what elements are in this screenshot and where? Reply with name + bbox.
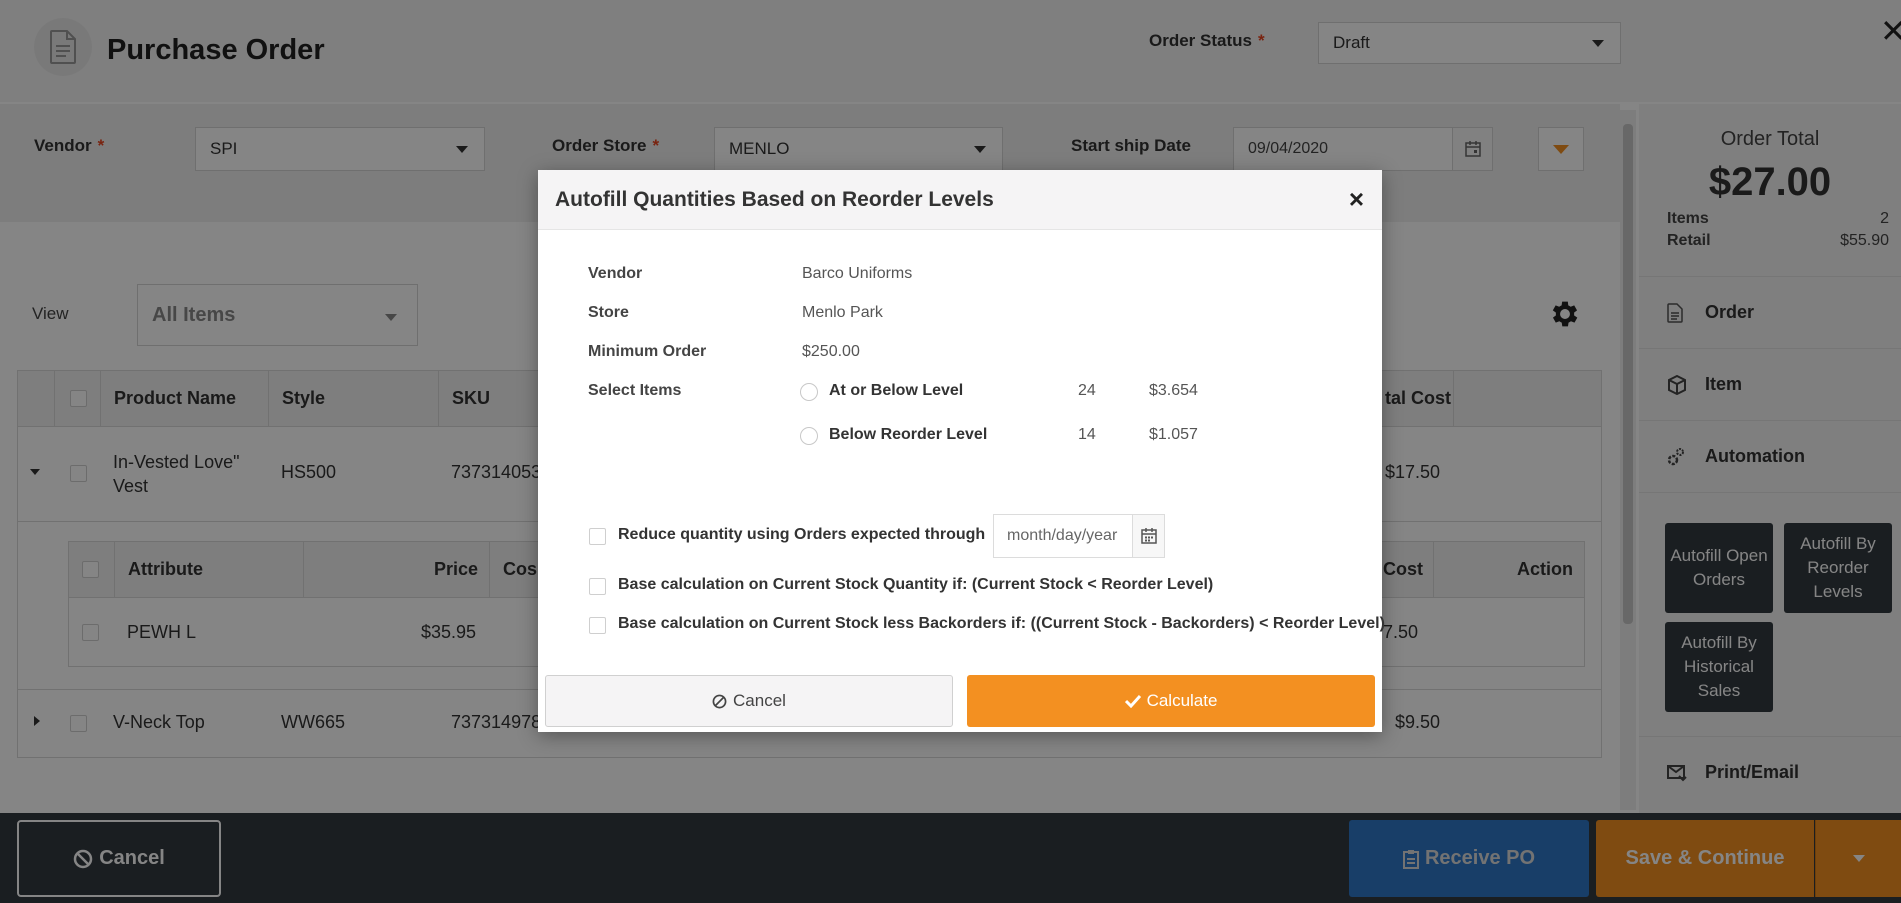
date-placeholder: month/day/year bbox=[1007, 527, 1118, 544]
modal-minimum-order-label: Minimum Order bbox=[588, 343, 707, 360]
ban-icon bbox=[712, 694, 727, 708]
base-backorders-label: Base calculation on Current Stock less B… bbox=[618, 615, 1385, 632]
modal-vendor-value: Barco Uniforms bbox=[802, 265, 913, 282]
base-backorders-checkbox[interactable] bbox=[589, 617, 606, 634]
reduce-quantity-checkbox[interactable] bbox=[589, 528, 606, 545]
option-amount: $3.654 bbox=[1149, 382, 1198, 399]
option-label: Below Reorder Level bbox=[829, 426, 988, 443]
option-label: At or Below Level bbox=[829, 382, 964, 399]
modal-store-value: Menlo Park bbox=[802, 304, 883, 321]
option-count: 24 bbox=[1078, 382, 1096, 399]
expected-through-date-input[interactable]: month/day/year bbox=[993, 514, 1165, 558]
modal-vendor-label: Vendor bbox=[588, 265, 643, 282]
modal-minimum-order-value: $250.00 bbox=[802, 343, 860, 360]
modal-select-items-label: Select Items bbox=[588, 382, 682, 399]
option-count: 14 bbox=[1078, 426, 1096, 443]
base-current-stock-checkbox[interactable] bbox=[589, 578, 606, 595]
close-icon[interactable]: × bbox=[1349, 184, 1364, 215]
calculate-button[interactable]: Calculate bbox=[967, 675, 1375, 727]
calculate-label: Calculate bbox=[1146, 691, 1218, 710]
modal-cancel-label: Cancel bbox=[733, 691, 786, 710]
reduce-quantity-label: Reduce quantity using Orders expected th… bbox=[618, 526, 986, 543]
autofill-reorder-modal: Autofill Quantities Based on Reorder Lev… bbox=[538, 170, 1385, 732]
calendar-icon[interactable] bbox=[1132, 515, 1164, 557]
radio-below-reorder-level[interactable] bbox=[800, 427, 818, 445]
modal-cancel-button[interactable]: Cancel bbox=[545, 675, 953, 727]
modal-title: Autofill Quantities Based on Reorder Lev… bbox=[555, 188, 994, 211]
option-amount: $1.057 bbox=[1149, 426, 1198, 443]
base-current-stock-label: Base calculation on Current Stock Quanti… bbox=[618, 576, 1214, 593]
modal-header: Autofill Quantities Based on Reorder Lev… bbox=[538, 170, 1382, 230]
check-icon bbox=[1124, 694, 1141, 708]
modal-store-label: Store bbox=[588, 304, 629, 321]
radio-at-or-below-level[interactable] bbox=[800, 383, 818, 401]
